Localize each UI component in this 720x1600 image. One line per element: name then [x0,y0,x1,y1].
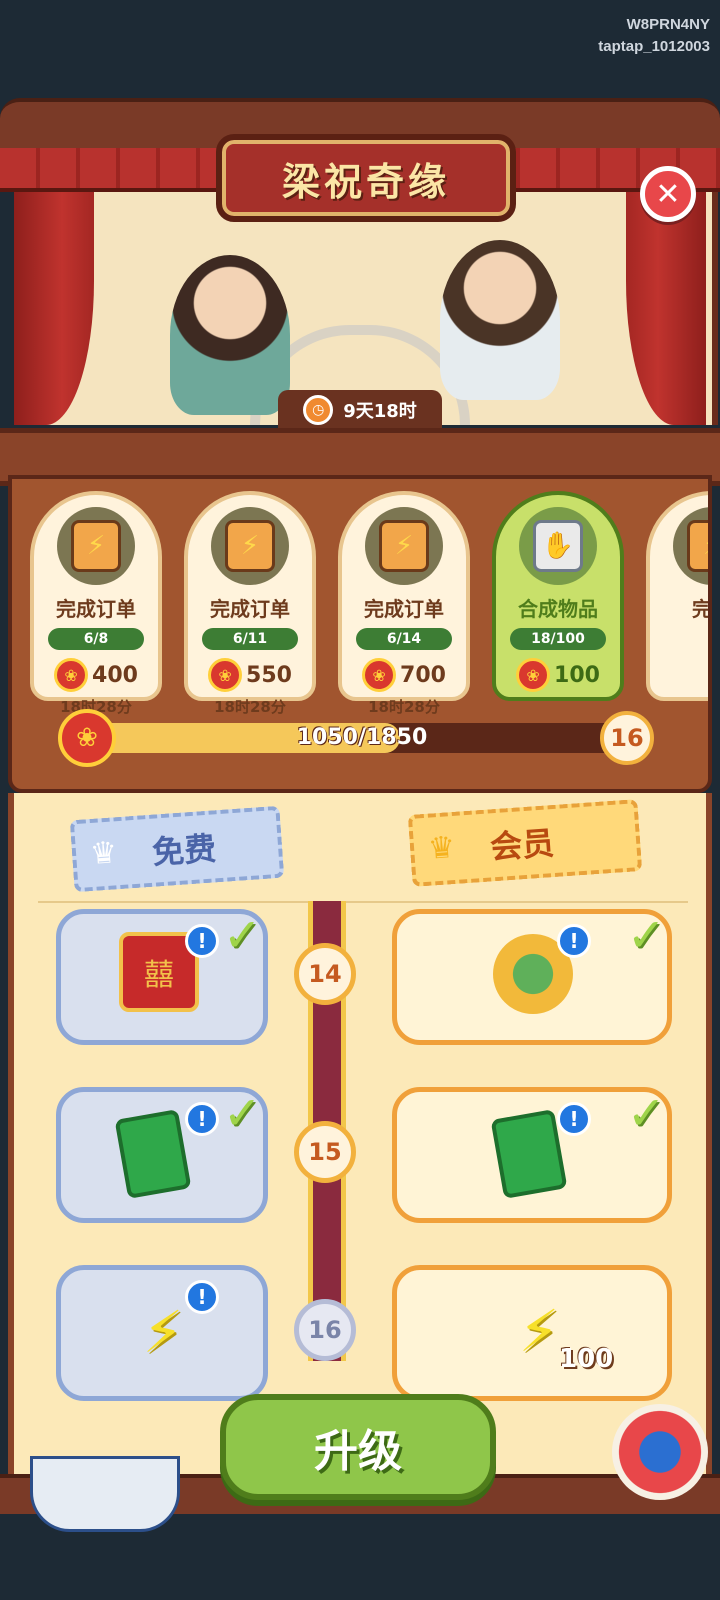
divider [38,901,688,903]
claimed-check-icon: ✓ [627,1086,666,1140]
task-panel: ⚡ 完成订单 6/8 ❀ 400 18时28分 ⚡ 完成订单 6/11 ❀ 550 18时28分 ⚡ 完成… [8,475,712,793]
upgrade-button[interactable]: 升级 [220,1394,496,1500]
tab-free[interactable]: ♛ 免费 [69,805,285,893]
opera-headdress-decoration [612,1404,708,1500]
event-timer: ◷ 9天18时 [278,390,442,430]
clock-icon: ◷ [303,395,334,425]
points-coin-icon: ❀ [516,658,551,692]
vip-reward-slot[interactable]: ! ✓ [392,908,672,1045]
reward-track-area: ♛ 免费 ♛ 会员 囍 ! ✓ 14 ! ✓ ! ✓ 15 ! ✓ ⚡ ! 16… [8,793,712,1483]
task-reward: ❀ 550 [188,658,312,692]
info-icon[interactable]: ! [557,1102,591,1136]
task-card[interactable]: ✋ 合成物品 18/100 ❀ 100 [492,491,624,701]
crown-icon: ♛ [426,829,457,867]
task-name: 合成物品 [518,597,598,621]
task-progress: 6/8 [48,628,144,650]
task-card[interactable]: ⚡ 完成订单 6/11 ❀ 550 18时28分 [184,491,316,716]
vip-reward-slot[interactable]: ⚡ 100 [392,1265,672,1401]
task-time-left: 18时28分 [368,698,440,716]
task-name: 完成订单 [56,597,136,621]
order-clipboard-icon: ⚡ [673,507,708,585]
order-clipboard-icon: ⚡ [57,507,135,585]
merge-hand-icon: ✋ [519,507,597,585]
crown-icon: ♛ [88,835,119,873]
free-reward-slot[interactable]: ⚡ ! [56,1265,268,1401]
points-progress-text: 1050/1850 [296,725,428,750]
hero-illustration [440,240,560,400]
info-icon[interactable]: ! [185,1102,219,1136]
free-reward-slot[interactable]: 囍 ! ✓ [56,908,268,1045]
claimed-check-icon: ✓ [627,908,666,962]
info-icon[interactable]: ! [557,924,591,958]
order-clipboard-icon: ⚡ [211,507,289,585]
close-icon: ✕ [655,176,681,212]
task-reward: ❀ 700 [342,658,466,692]
task-name: 完成订单 [210,597,290,621]
vip-reward-slot[interactable]: ! ✓ [392,1086,672,1223]
close-button[interactable]: ✕ [640,166,696,222]
task-reward-value: 550 [246,662,292,688]
ticket-icon [114,1109,192,1199]
order-clipboard-icon: ⚡ [365,507,443,585]
task-reward: ❀ 400 [34,658,158,692]
watermark-user: taptap_1012003 [598,38,710,55]
tab-vip[interactable]: ♛ 会员 [407,799,643,887]
task-name: 完成 [692,597,712,621]
claimed-check-icon: ✓ [223,908,262,962]
tab-free-label: 免费 [150,829,218,872]
task-reward-value: 400 [92,662,138,688]
points-coin-icon: ❀ [54,658,89,692]
watermark-code: W8PRN4NY [626,16,710,33]
task-card[interactable]: ⚡ 完成订单 6/14 ❀ 700 18时28分 [338,491,470,716]
task-reward: ❀ 100 [496,658,620,692]
task-reward-value: 100 [554,662,600,688]
info-icon[interactable]: ! [185,1280,219,1314]
task-progress: 6/11 [202,628,298,650]
task-reward-value: 700 [400,662,446,688]
task-progress: 6/14 [356,628,452,650]
task-progress: 18/100 [510,628,606,650]
task-name: 完成订单 [364,597,444,621]
task-card[interactable]: ⚡ 完成订单 6/8 ❀ 400 18时28分 [30,491,162,716]
task-card[interactable]: ⚡ 完成 [646,491,712,701]
points-coin-icon: ❀ [58,709,116,767]
info-icon[interactable]: ! [185,924,219,958]
free-reward-slot[interactable]: ! ✓ [56,1086,268,1223]
points-coin-icon: ❀ [362,658,397,692]
reward-quantity: 100 [559,1344,614,1374]
level-node: 14 [294,943,356,1005]
event-title: 梁祝奇缘 [281,159,450,204]
heroine-illustration [170,255,290,415]
level-node: 16 [294,1299,356,1361]
event-title-plaque: 梁祝奇缘 [216,134,516,222]
points-coin-icon: ❀ [208,658,243,692]
timer-text: 9天18时 [343,401,417,422]
level-node: 15 [294,1121,356,1183]
claimed-check-icon: ✓ [223,1086,262,1140]
task-time-left: 18时28分 [214,698,286,716]
tab-vip-label: 会员 [488,824,556,867]
ticket-icon [490,1109,568,1199]
current-level-badge: 16 [600,711,654,765]
fan-decoration [30,1456,180,1532]
